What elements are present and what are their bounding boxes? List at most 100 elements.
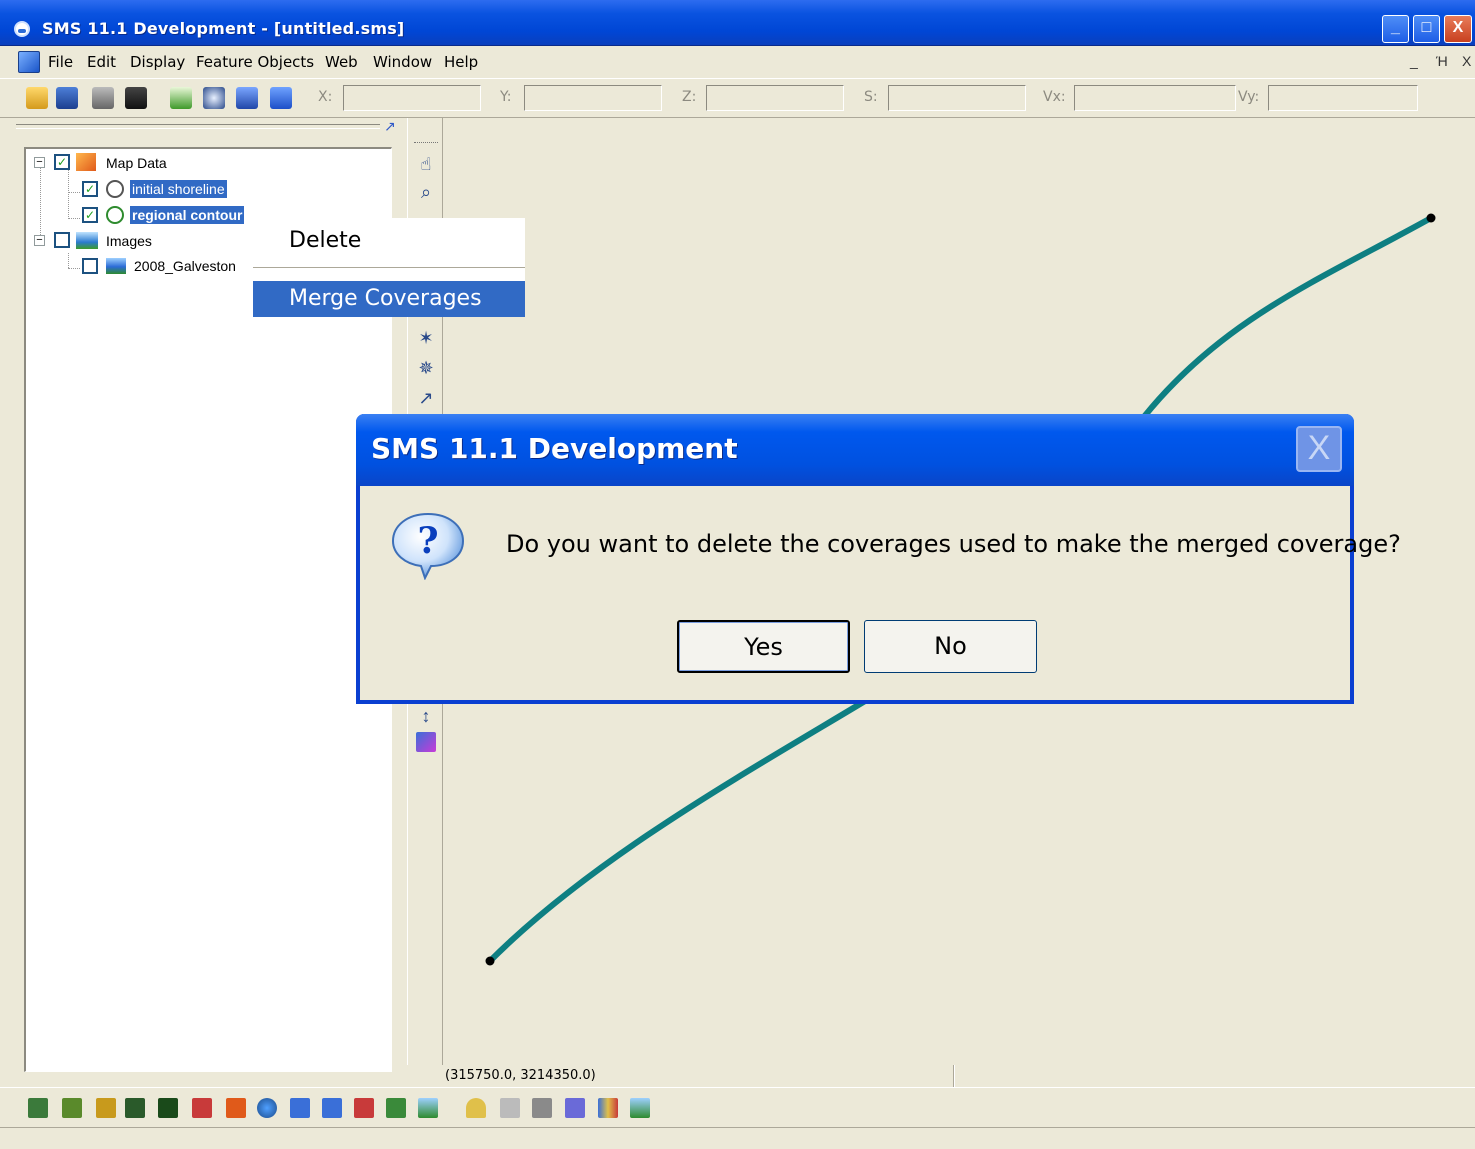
question-icon: ? (391, 512, 465, 580)
dialog-titlebar[interactable]: SMS 11.1 Development X (356, 414, 1354, 486)
x-field[interactable] (343, 85, 481, 111)
context-merge-coverages-item[interactable]: Merge Coverages (253, 281, 525, 317)
regional-contour-label[interactable]: regional contour (130, 206, 245, 224)
svg-text:?: ? (417, 520, 438, 562)
bulb-icon[interactable] (466, 1098, 486, 1118)
cursor-coordinates: (315750.0, 3214350.0) (445, 1068, 596, 1083)
grid-module-icon[interactable] (158, 1098, 178, 1118)
map-data-checkbox[interactable]: ✓ (54, 154, 70, 170)
y-label: Y: (500, 89, 512, 105)
tool-icon[interactable] (532, 1098, 552, 1118)
vx-field[interactable] (1074, 85, 1236, 111)
initial-shoreline-label[interactable]: initial shoreline (130, 180, 227, 198)
coverage-icon (106, 206, 124, 224)
arc-node-start (485, 956, 495, 966)
vy-field[interactable] (1268, 85, 1418, 111)
zoom-tool-icon[interactable]: ⌕ (414, 180, 438, 204)
no-button[interactable]: No (864, 620, 1037, 673)
mesh-module-icon[interactable] (62, 1098, 82, 1118)
map-data-label[interactable]: Map Data (106, 155, 167, 171)
map-data-expander[interactable]: − (34, 157, 45, 168)
yes-button[interactable]: Yes (677, 620, 850, 673)
map-module-icon[interactable] (226, 1098, 246, 1118)
raster-module-icon[interactable] (418, 1098, 438, 1118)
tree-connector (68, 167, 69, 219)
image-icon (106, 258, 126, 274)
menu-display[interactable]: Display (130, 53, 185, 71)
mdi-minimize-button[interactable]: _ (1410, 53, 1418, 69)
context-delete-item[interactable]: Delete (289, 228, 361, 253)
z-field[interactable] (706, 85, 844, 111)
generic-model-icon[interactable] (386, 1098, 406, 1118)
confirm-dialog: SMS 11.1 Development X ? Do you want to … (356, 414, 1401, 704)
coverage-icon (106, 180, 124, 198)
images-checkbox[interactable] (54, 232, 70, 248)
dialog-message: Do you want to delete the coverages used… (506, 530, 1401, 558)
menu-feature-objects[interactable]: Feature Objects (196, 53, 314, 71)
tool-icon[interactable] (500, 1098, 520, 1118)
s-label: S: (864, 89, 878, 105)
images-folder-icon (76, 232, 98, 249)
s-field[interactable] (888, 85, 1026, 111)
mesh-module-icon[interactable] (28, 1098, 48, 1118)
palette-gripper[interactable] (414, 142, 438, 145)
regional-contour-checkbox[interactable]: ✓ (82, 207, 98, 223)
tool-icon[interactable] (565, 1098, 585, 1118)
status-divider (953, 1065, 955, 1087)
mdi-close-button[interactable]: X (1462, 53, 1471, 69)
menu-file[interactable]: File (48, 53, 73, 71)
rotate-icon[interactable] (270, 87, 292, 109)
maximize-button[interactable]: □ (1413, 15, 1440, 43)
y-field[interactable] (524, 85, 662, 111)
measure-tool-icon[interactable]: ↕ (414, 704, 438, 728)
plot-icon[interactable] (598, 1098, 618, 1118)
quadtree-icon[interactable] (354, 1098, 374, 1118)
context-separator (253, 267, 525, 270)
cross-section-icon[interactable] (322, 1098, 342, 1118)
panel-gripper[interactable] (16, 124, 380, 129)
select-tool-icon[interactable]: ☝ (414, 152, 438, 176)
pin-icon[interactable]: ↗ (384, 118, 400, 134)
images-label[interactable]: Images (106, 233, 152, 249)
scatter-module-icon[interactable] (192, 1098, 212, 1118)
mdi-restore-button[interactable]: Ή (1436, 53, 1448, 69)
context-menu: Delete Merge Coverages (253, 218, 525, 317)
tree-connector (68, 268, 80, 269)
main-toolbar: X: Y: Z: S: Vx: Vy: (0, 78, 1475, 118)
polygon-tool-icon[interactable] (416, 732, 436, 752)
window-titlebar[interactable]: SMS 11.1 Development - [untitled.sms] _ … (0, 0, 1475, 46)
image-icon[interactable] (630, 1098, 650, 1118)
tree-connector (68, 218, 80, 219)
initial-shoreline-checkbox[interactable]: ✓ (82, 181, 98, 197)
vy-label: Vy: (1238, 89, 1260, 105)
dialog-close-button[interactable]: X (1296, 426, 1342, 472)
galveston-checkbox[interactable] (82, 258, 98, 274)
save-icon[interactable] (56, 87, 78, 109)
close-button[interactable]: X (1444, 15, 1472, 43)
minimize-button[interactable]: _ (1382, 15, 1409, 43)
select-vertex-icon[interactable]: ↗ (414, 386, 438, 410)
gis-module-icon[interactable] (257, 1098, 277, 1118)
zoom-icon[interactable] (203, 87, 225, 109)
galveston-label[interactable]: 2008_Galveston (134, 258, 236, 274)
images-expander[interactable]: − (34, 235, 45, 246)
mesh-module-icon[interactable] (96, 1098, 116, 1118)
menu-help[interactable]: Help (444, 53, 478, 71)
menu-edit[interactable]: Edit (87, 53, 116, 71)
z-label: Z: (682, 89, 697, 105)
particle-module-icon[interactable] (290, 1098, 310, 1118)
select-arc-icon[interactable]: ✵ (414, 356, 438, 380)
window-status-strip (0, 1127, 1475, 1149)
document-icon[interactable] (18, 51, 40, 73)
create-arc-icon[interactable]: ✶ (414, 326, 438, 350)
delete-icon[interactable] (125, 87, 147, 109)
menu-window[interactable]: Window (373, 53, 432, 71)
menu-web[interactable]: Web (325, 53, 358, 71)
status-bar: (315750.0, 3214350.0) (443, 1065, 1475, 1087)
grid-module-icon[interactable] (125, 1098, 145, 1118)
print-icon[interactable] (92, 87, 114, 109)
menubar: File Edit Display Feature Objects Web Wi… (0, 47, 1475, 77)
frame-icon[interactable] (236, 87, 258, 109)
open-icon[interactable] (26, 87, 48, 109)
refresh-icon[interactable] (170, 87, 192, 109)
